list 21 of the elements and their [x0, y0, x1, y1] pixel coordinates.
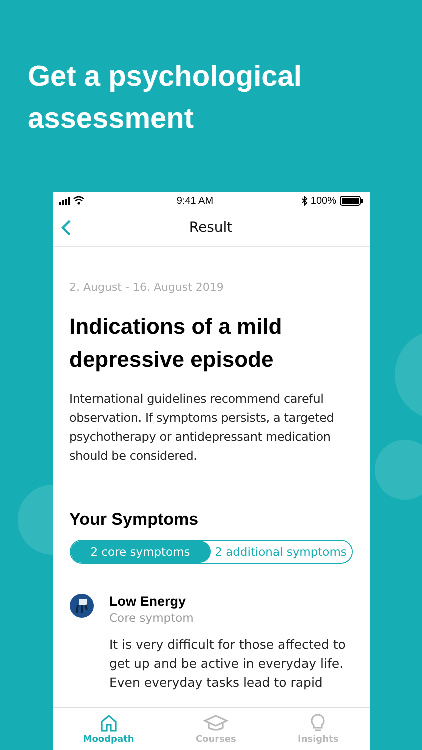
date-range: 2. August - 16. August 2019: [70, 281, 225, 294]
result-description: International guidelines recommend careful observation. If symptoms persists, a targeted psychotherapy or antidepressant medication should be considered.: [70, 391, 336, 465]
battery-icon: [340, 196, 364, 206]
decor-circle: [375, 440, 422, 500]
symptom-category: Core symptom: [110, 611, 195, 625]
tab-bar-item[interactable]: Moodpath: [77, 711, 140, 747]
section-heading: Your Symptoms: [70, 510, 200, 530]
tab-bar-item[interactable]: Courses: [190, 711, 242, 747]
symptom-name: Low Energy: [110, 594, 188, 609]
back-icon[interactable]: [58, 219, 72, 237]
result-title: Indications of a mild depressive episode: [70, 313, 284, 374]
status-time: 9:41 AM: [176, 196, 214, 206]
symptom-description: It is very difficult for those affected to get up and be active in everyday life. Even everyday tasks lead to rapid: [110, 636, 347, 692]
tab-bar-item[interactable]: Insights: [292, 711, 345, 747]
graduation-cap-icon: [203, 713, 230, 733]
nav-title: Result: [189, 220, 233, 236]
bluetooth-icon: [302, 196, 308, 206]
headline: Get a psychological assessment: [27, 60, 303, 137]
home-icon: [98, 713, 119, 733]
battery-percent: 100%: [310, 196, 336, 206]
segment-tab[interactable]: 2 core symptoms: [70, 541, 210, 563]
